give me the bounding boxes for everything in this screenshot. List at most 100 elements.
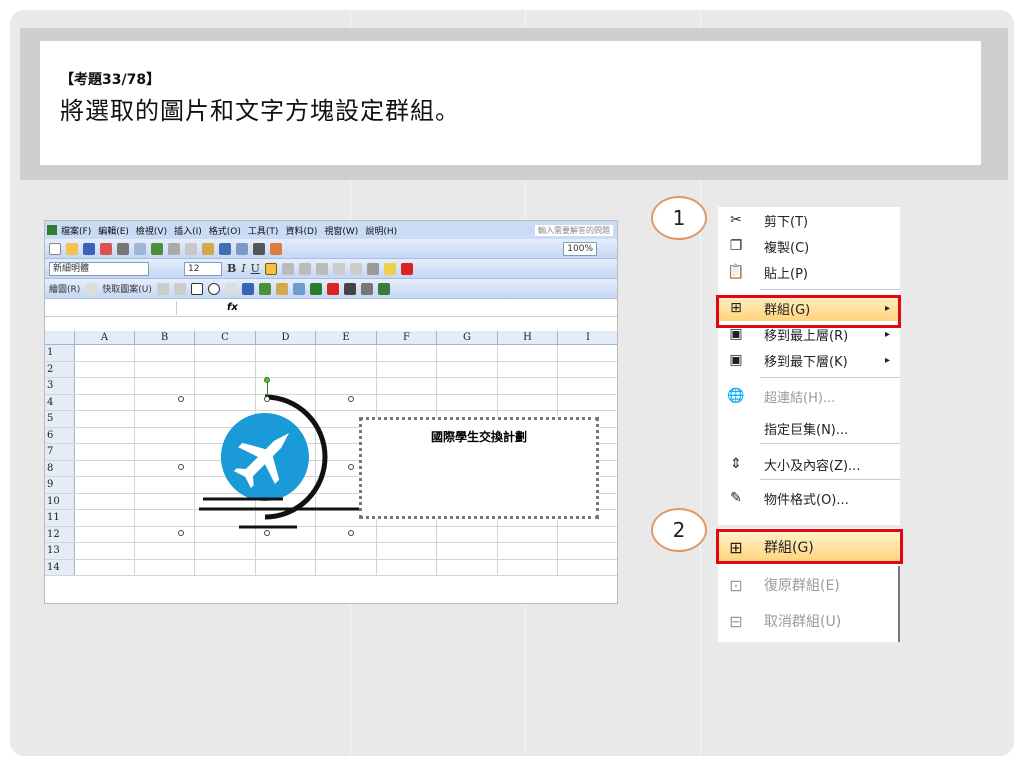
cell[interactable]: [135, 510, 195, 526]
col-e[interactable]: E: [316, 331, 377, 344]
menu-item-0[interactable]: ✂ 剪下(T): [718, 207, 900, 233]
cell[interactable]: [256, 543, 316, 559]
cell[interactable]: [256, 559, 316, 575]
cell[interactable]: [316, 559, 377, 575]
cell[interactable]: [135, 444, 195, 460]
cell[interactable]: [437, 361, 498, 377]
line-style-icon[interactable]: [343, 282, 356, 295]
cell[interactable]: [437, 394, 498, 410]
cell[interactable]: [437, 526, 498, 542]
cell[interactable]: [135, 493, 195, 509]
cell[interactable]: [437, 378, 498, 394]
print-icon[interactable]: [117, 242, 129, 255]
cell[interactable]: [75, 477, 135, 493]
row-header[interactable]: 7: [45, 444, 75, 460]
oval-icon[interactable]: [207, 282, 220, 295]
row-header[interactable]: 5: [45, 411, 75, 427]
cell[interactable]: [498, 378, 558, 394]
menu-format[interactable]: 格式(O): [209, 224, 241, 237]
cell[interactable]: [558, 362, 617, 378]
row-header[interactable]: 3: [45, 378, 75, 394]
undo-icon[interactable]: [219, 242, 231, 255]
picture-handle[interactable]: [348, 530, 354, 536]
line-icon[interactable]: [156, 282, 169, 295]
cell[interactable]: [377, 378, 437, 394]
cell[interactable]: [135, 477, 195, 493]
cell[interactable]: [377, 526, 437, 542]
zoom-select[interactable]: 100%: [563, 241, 597, 256]
new-icon[interactable]: [49, 242, 61, 255]
picture-icon[interactable]: [292, 282, 305, 295]
drawing-menu[interactable]: 繪圖(R): [49, 282, 80, 295]
cell[interactable]: [316, 361, 377, 377]
align-center-icon[interactable]: [281, 262, 294, 275]
row-header[interactable]: 6: [45, 427, 75, 443]
cell[interactable]: [377, 361, 437, 377]
menu-item-1[interactable]: ❐ 複製(C): [718, 233, 900, 259]
underline-button[interactable]: U: [251, 262, 260, 275]
cell[interactable]: [377, 543, 437, 559]
cell[interactable]: [195, 361, 256, 377]
picture-handle[interactable]: [264, 530, 270, 536]
bold-button[interactable]: B: [227, 262, 236, 275]
col-b[interactable]: B: [135, 331, 195, 344]
menu-data[interactable]: 資料(D): [285, 224, 317, 237]
picture-handle[interactable]: [178, 396, 184, 402]
text-box[interactable]: 國際學生交換計劃: [359, 417, 599, 519]
cell[interactable]: [498, 345, 558, 361]
cell[interactable]: [558, 378, 617, 394]
cell[interactable]: [135, 394, 195, 410]
menu-tools[interactable]: 工具(T): [248, 224, 279, 237]
line-color-icon[interactable]: [309, 282, 322, 295]
cell[interactable]: [558, 527, 617, 543]
diagram-icon[interactable]: [258, 282, 271, 295]
cell[interactable]: [135, 526, 195, 542]
cell[interactable]: [75, 460, 135, 476]
menu-item-7[interactable]: 指定巨集(N)...: [718, 415, 900, 441]
cell[interactable]: [498, 526, 558, 542]
3d-icon[interactable]: [377, 282, 390, 295]
align-left-icon[interactable]: [264, 262, 277, 275]
col-d[interactable]: D: [256, 331, 316, 344]
cell[interactable]: [135, 427, 195, 443]
cell[interactable]: [558, 543, 617, 559]
cell[interactable]: [135, 345, 195, 361]
cell[interactable]: [75, 510, 135, 526]
cell[interactable]: [437, 543, 498, 559]
menu-file[interactable]: 檔案(F): [61, 224, 91, 237]
menu-insert[interactable]: 插入(I): [174, 224, 202, 237]
cell[interactable]: [135, 460, 195, 476]
menu-item-9[interactable]: ✎ 物件格式(O)...: [718, 485, 900, 511]
align-right-icon[interactable]: [298, 262, 311, 275]
cell[interactable]: [377, 394, 437, 410]
rectangle-icon[interactable]: [190, 282, 203, 295]
autoshapes-menu[interactable]: 快取圖案(U): [102, 282, 152, 295]
col-h[interactable]: H: [498, 331, 558, 344]
cell[interactable]: [75, 526, 135, 542]
menu-item-2[interactable]: 📋 貼上(P): [718, 259, 900, 285]
wordart-icon[interactable]: [241, 282, 254, 295]
fill-color-icon[interactable]: [383, 262, 396, 275]
row-header[interactable]: 4: [45, 394, 75, 410]
borders-icon[interactable]: [366, 262, 379, 275]
cell[interactable]: [135, 559, 195, 575]
menu-help[interactable]: 說明(H): [365, 224, 397, 237]
shadow-icon[interactable]: [360, 282, 373, 295]
cell[interactable]: [256, 361, 316, 377]
row-header[interactable]: 14: [45, 559, 75, 575]
cell[interactable]: [195, 345, 256, 361]
cell[interactable]: [558, 345, 617, 361]
cell[interactable]: [75, 427, 135, 443]
row-header[interactable]: 10: [45, 493, 75, 509]
menu-item-5[interactable]: ▣ 移到最下層(K) ▸: [718, 347, 900, 373]
cell[interactable]: [75, 394, 135, 410]
font-name-select[interactable]: 新細明體: [49, 261, 149, 276]
cell[interactable]: [437, 345, 498, 361]
row-header[interactable]: 12: [45, 526, 75, 542]
cell[interactable]: [377, 345, 437, 361]
italic-button[interactable]: I: [241, 262, 245, 275]
spelling-icon[interactable]: [151, 242, 163, 255]
cell[interactable]: [498, 559, 558, 575]
permission-icon[interactable]: [100, 242, 112, 255]
cell[interactable]: [135, 543, 195, 559]
